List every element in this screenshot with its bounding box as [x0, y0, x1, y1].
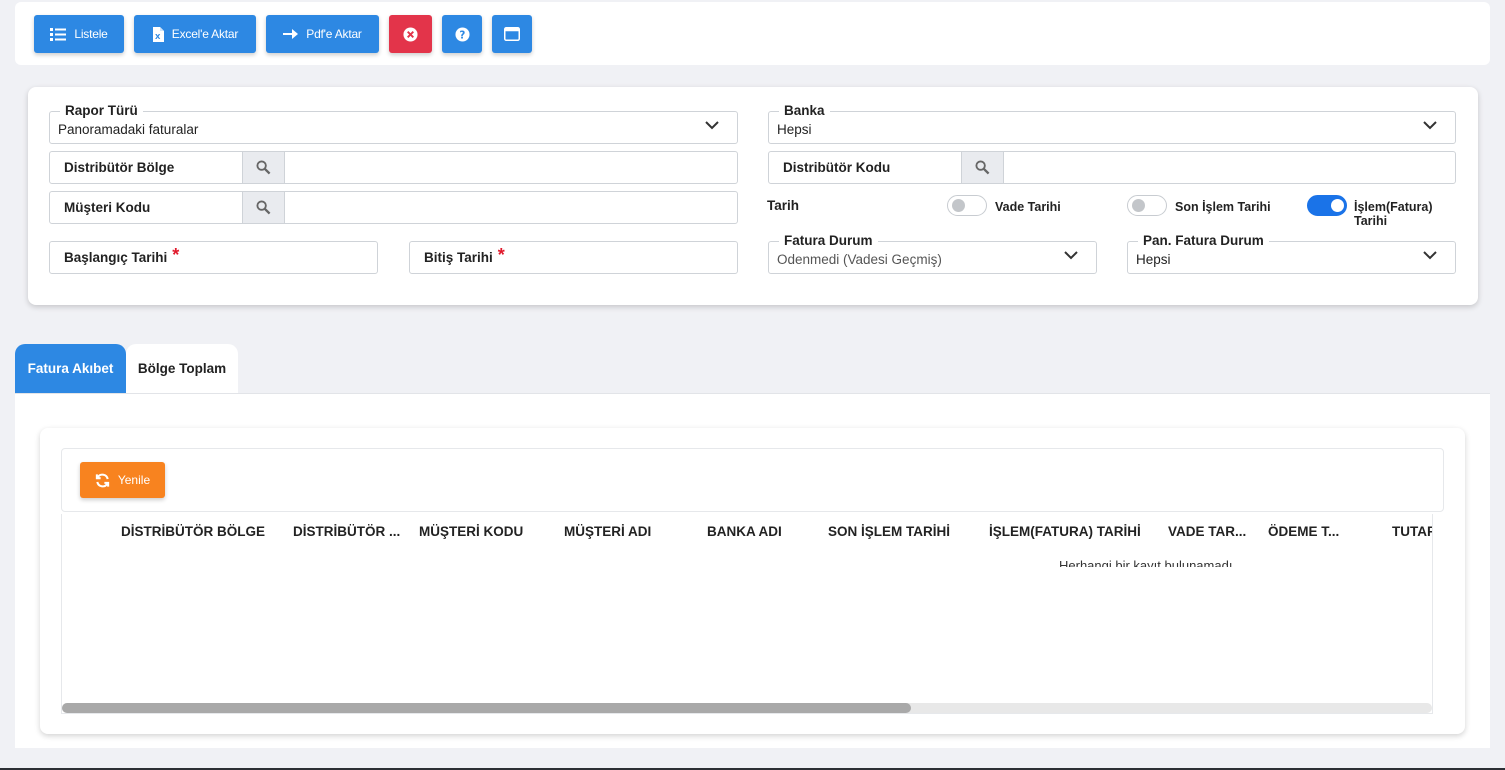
banka-select[interactable]: Banka Hepsi — [768, 103, 1456, 144]
baslangic-tarihi-input[interactable]: Başlangıç Tarihi * — [49, 241, 378, 274]
chevron-down-icon — [1423, 121, 1437, 130]
refresh-icon — [95, 473, 110, 487]
column-header[interactable]: BANKA ADI — [707, 524, 782, 539]
window-button[interactable] — [492, 15, 532, 53]
excel-export-button[interactable]: X Excel'e Aktar — [134, 15, 256, 53]
vade-tarihi-toggle[interactable] — [947, 195, 987, 216]
column-header[interactable]: MÜŞTERİ KODU — [419, 524, 523, 539]
rapor-turu-label: Rapor Türü — [60, 103, 143, 118]
vade-tarihi-label: Vade Tarihi — [995, 200, 1061, 214]
baslangic-tarihi-label: Başlangıç Tarihi — [64, 250, 168, 265]
window-icon — [504, 27, 520, 41]
help-button[interactable]: ? — [442, 15, 482, 53]
distributor-kodu-label: Distribütör Kodu — [783, 160, 891, 175]
action-toolbar: Listele X Excel'e Aktar Pdf'e Aktar ? — [15, 2, 1490, 65]
islem-fatura-label-line2: Tarihi — [1354, 214, 1388, 228]
pdf-export-label: Pdf'e Aktar — [306, 27, 362, 41]
pan-fatura-durum-select[interactable]: Pan. Fatura Durum Hepsi — [1127, 233, 1456, 274]
data-grid: DİSTRİBÜTÖR BÖLGE DİSTRİBÜTÖR ... MÜŞTER… — [61, 514, 1433, 714]
empty-grid-message: Herhangi bir kayıt bulunamadı — [1059, 558, 1233, 567]
musteri-kodu-search-button[interactable] — [242, 192, 285, 223]
rapor-turu-select[interactable]: Rapor Türü Panoramadaki faturalar — [49, 103, 738, 144]
tab-fatura-akibet[interactable]: Fatura Akıbet — [15, 344, 126, 393]
column-header[interactable]: MÜŞTERİ ADI — [564, 524, 651, 539]
islem-fatura-label-line1: İşlem(Fatura) — [1354, 200, 1433, 214]
svg-text:?: ? — [459, 29, 465, 41]
bitis-tarihi-input[interactable]: Bitiş Tarihi * — [409, 241, 738, 274]
required-marker: * — [497, 245, 505, 265]
banka-value: Hepsi — [777, 122, 812, 137]
bitis-tarihi-label: Bitiş Tarihi — [424, 250, 493, 265]
tarih-label: Tarih — [767, 198, 800, 213]
search-icon — [975, 160, 990, 175]
son-islem-tarihi-label: Son İşlem Tarihi — [1175, 200, 1271, 214]
banka-label: Banka — [779, 103, 830, 118]
close-circle-icon — [403, 26, 418, 42]
distributor-bolge-label: Distribütör Bölge — [64, 160, 175, 175]
listele-button[interactable]: Listele — [34, 15, 124, 53]
excel-file-icon: X — [152, 26, 164, 42]
islem-fatura-tarihi-toggle[interactable] — [1307, 195, 1347, 216]
column-header[interactable]: VADE TAR... — [1168, 524, 1246, 539]
rapor-turu-value: Panoramadaki faturalar — [58, 122, 199, 137]
chevron-down-icon — [1423, 251, 1437, 260]
column-header[interactable]: TUTAR — [1392, 524, 1432, 539]
distributor-kodu-lookup: Distribütör Kodu — [768, 151, 1456, 184]
distributor-kodu-input[interactable] — [1004, 152, 1455, 183]
column-header[interactable]: DİSTRİBÜTÖR BÖLGE — [121, 524, 265, 539]
musteri-kodu-input[interactable] — [285, 192, 737, 223]
distributor-bolge-search-button[interactable] — [242, 152, 285, 183]
fatura-durum-select[interactable]: Fatura Durum Odenmedi (Vadesi Geçmiş) — [768, 233, 1097, 274]
column-header[interactable]: SON İŞLEM TARİHİ — [828, 524, 950, 539]
chevron-down-icon — [705, 121, 719, 130]
musteri-kodu-label: Müşteri Kodu — [64, 200, 151, 215]
list-icon — [50, 27, 67, 41]
svg-text:X: X — [155, 33, 161, 41]
distributor-bolge-lookup: Distribütör Bölge — [49, 151, 738, 184]
column-header[interactable]: İŞLEM(FATURA) TARİHİ — [989, 524, 1141, 539]
scrollbar-thumb[interactable] — [62, 703, 912, 713]
search-icon — [256, 160, 271, 175]
son-islem-tarihi-toggle[interactable] — [1127, 195, 1167, 216]
musteri-kodu-lookup: Müşteri Kodu — [49, 191, 738, 224]
listele-label: Listele — [74, 27, 108, 41]
excel-export-label: Excel'e Aktar — [171, 27, 239, 41]
grid-toolbar — [61, 448, 1444, 512]
fatura-durum-label: Fatura Durum — [779, 233, 878, 248]
search-icon — [256, 200, 271, 215]
column-header[interactable]: ÖDEME T... — [1268, 524, 1339, 539]
chevron-down-icon — [1064, 251, 1078, 260]
yenile-button[interactable]: Yenile — [80, 462, 165, 498]
horizontal-scrollbar[interactable] — [62, 703, 1432, 713]
pan-fatura-durum-label: Pan. Fatura Durum — [1138, 233, 1269, 248]
distributor-bolge-input[interactable] — [285, 152, 737, 183]
help-circle-icon: ? — [454, 26, 470, 42]
arrow-right-icon — [283, 29, 299, 39]
fatura-durum-value: Odenmedi (Vadesi Geçmiş) — [777, 252, 942, 267]
distributor-kodu-search-button[interactable] — [961, 152, 1004, 183]
pan-fatura-durum-value: Hepsi — [1136, 252, 1171, 267]
pdf-export-button[interactable]: Pdf'e Aktar — [266, 15, 379, 53]
yenile-label: Yenile — [117, 473, 151, 487]
islem-fatura-tarihi-label: İşlem(Fatura) Tarihi — [1354, 200, 1433, 228]
close-button[interactable] — [389, 15, 432, 53]
column-header[interactable]: DİSTRİBÜTÖR ... — [293, 524, 400, 539]
required-marker: * — [172, 245, 180, 265]
tab-bolge-toplam[interactable]: Bölge Toplam — [126, 344, 238, 393]
